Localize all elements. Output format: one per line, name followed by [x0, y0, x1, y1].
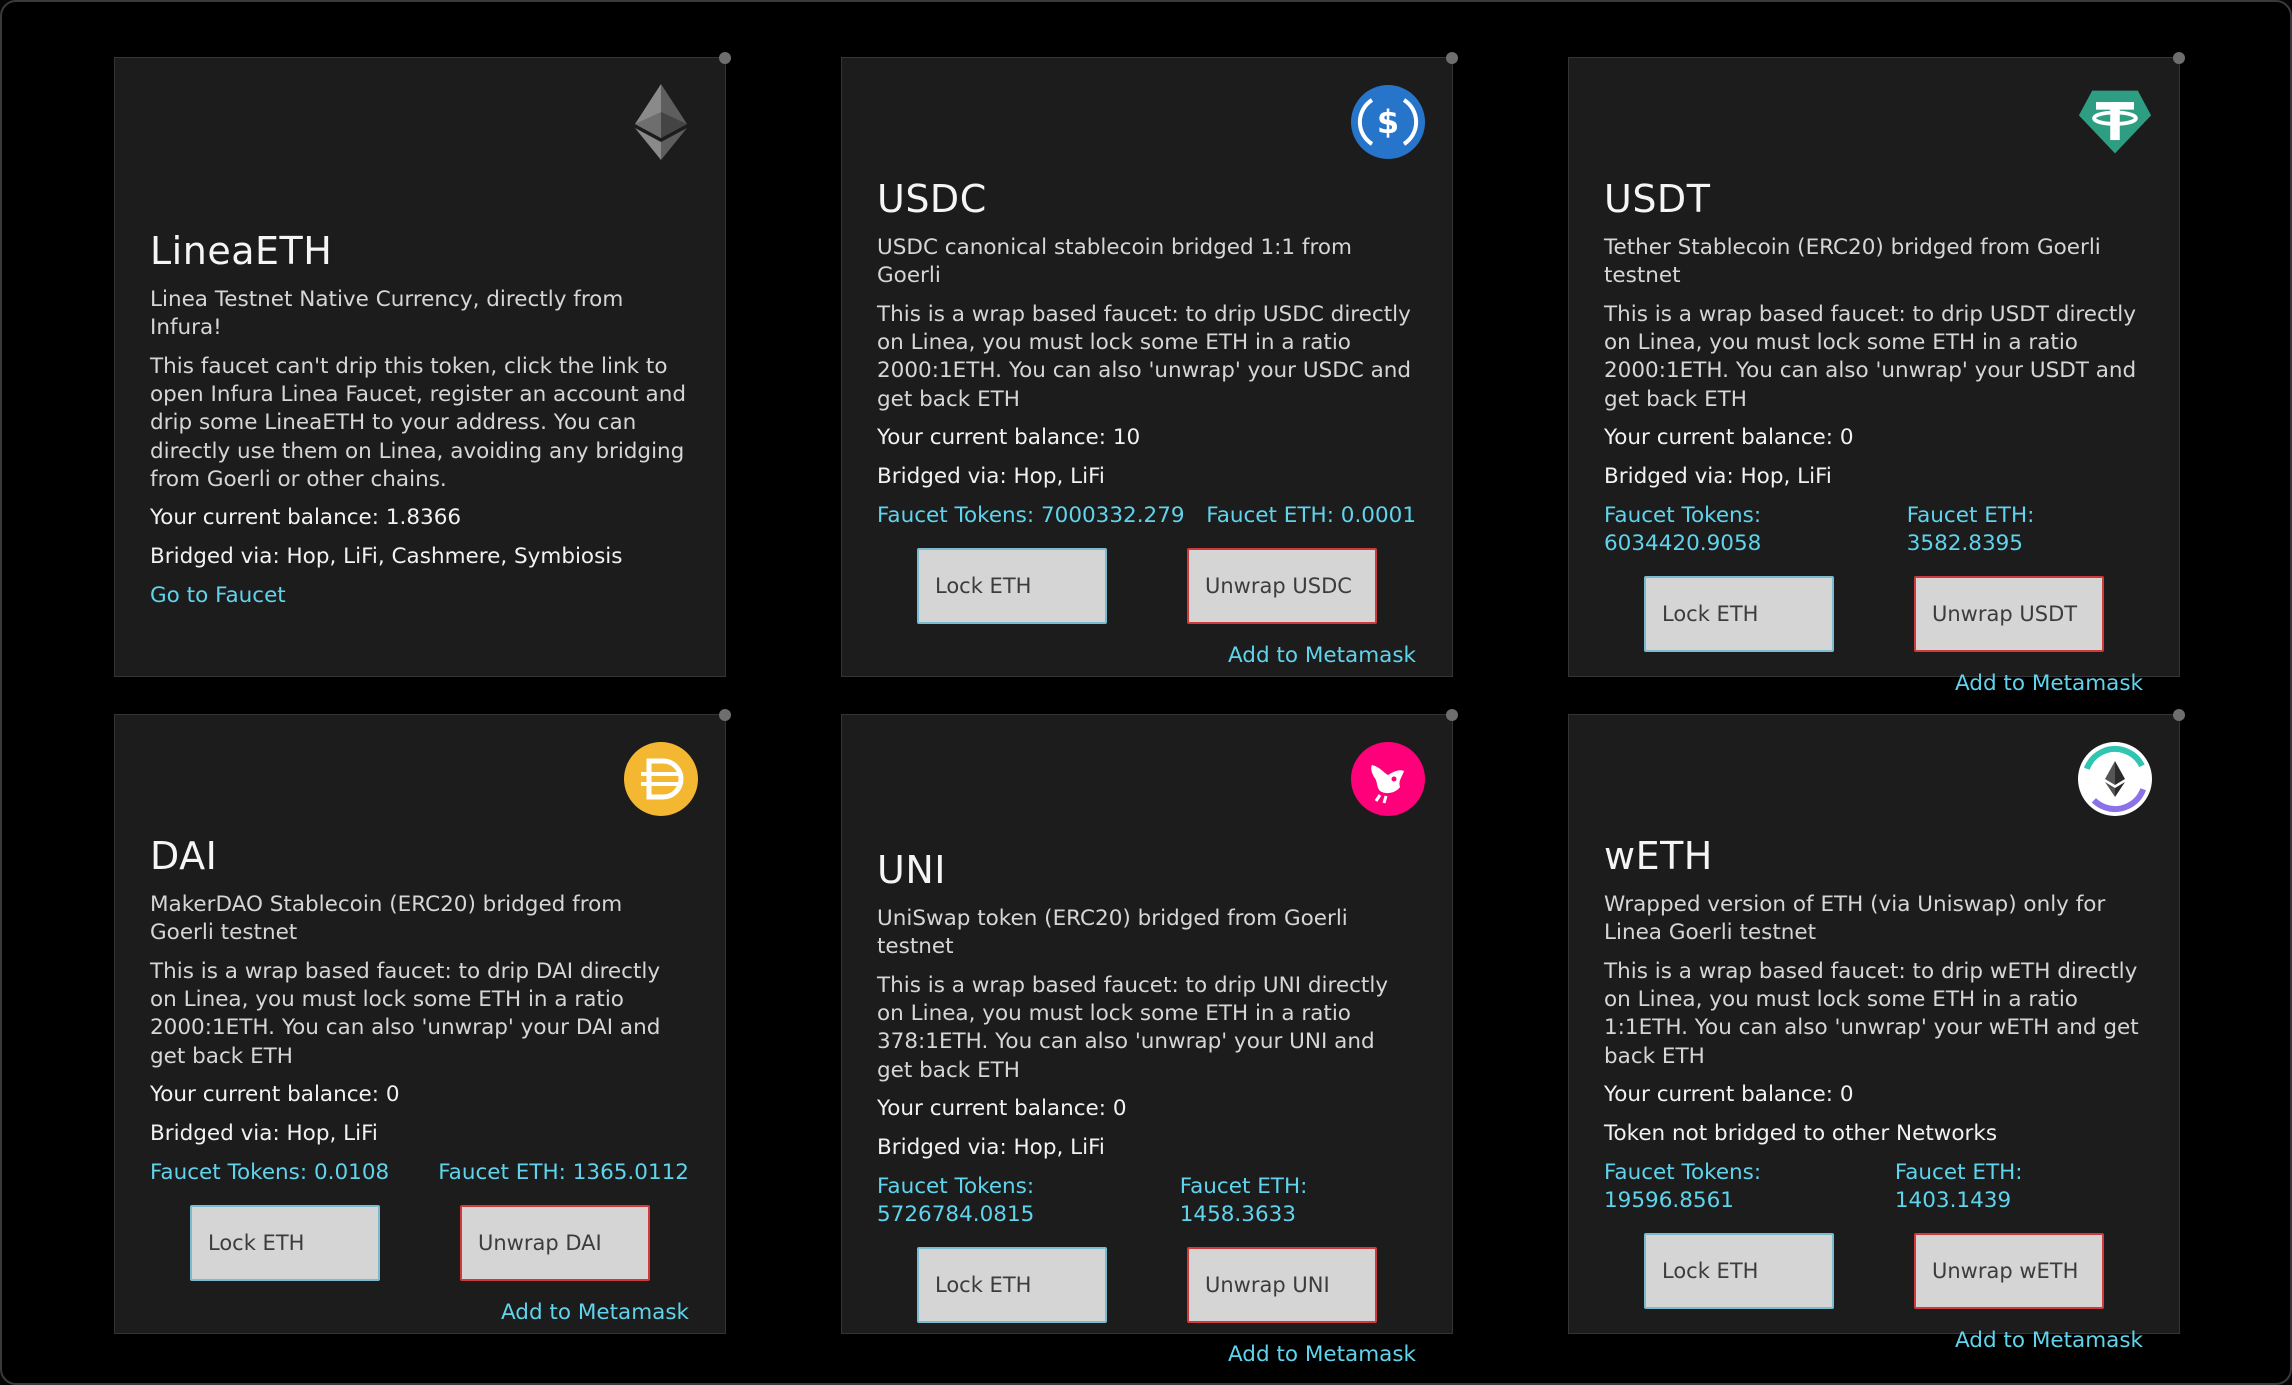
token-description: This is a wrap based faucet: to drip USD…	[877, 302, 1412, 412]
balance-text: Your current balance: 0	[1604, 1081, 1854, 1107]
faucet-eth: Faucet ETH: 3582.8395	[1906, 502, 2035, 556]
token-title: USDC	[877, 177, 987, 221]
add-to-metamask-link[interactable]: Add to Metamask	[877, 1341, 1416, 1369]
app-frame: LineaETH Linea Testnet Native Currency, …	[0, 0, 2292, 1385]
token-subtitle: Tether Stablecoin (ERC20) bridged from G…	[1604, 235, 2101, 288]
bridged-text: Bridged via: Hop, LiFi	[877, 463, 1105, 489]
balance-text: Your current balance: 0	[1604, 424, 1854, 450]
token-subtitle: Linea Testnet Native Currency, directly …	[150, 287, 624, 340]
faucet-eth: Faucet ETH: 1458.3633	[1179, 1173, 1308, 1227]
action-buttons: Lock ETH Unwrap DAI	[150, 1204, 689, 1285]
token-card-usdc: $ USDC USDC canonical stablecoin bridged…	[841, 52, 1458, 677]
unwrap-button[interactable]: Unwrap DAI	[460, 1204, 650, 1281]
faucet-stats: Faucet Tokens: 6034420.9058 Faucet ETH: …	[1604, 502, 2143, 558]
token-title: USDT	[1604, 177, 1711, 221]
add-to-metamask-link[interactable]: Add to Metamask	[1604, 670, 2143, 698]
token-card-uni: UNI UniSwap token (ERC20) bridged from G…	[841, 709, 1458, 1367]
token-title: LineaETH	[150, 229, 333, 273]
faucet-tokens: Faucet Tokens: 19596.8561	[1604, 1159, 1762, 1213]
token-description: This is a wrap based faucet: to drip wET…	[1604, 959, 2139, 1069]
add-to-metamask-link[interactable]: Add to Metamask	[1604, 1327, 2143, 1355]
faucet-tokens: Faucet Tokens: 7000332.279	[877, 502, 1185, 528]
token-description: This is a wrap based faucet: to drip UNI…	[877, 973, 1389, 1083]
faucet-eth: Faucet ETH: 1365.0112	[438, 1159, 689, 1185]
bridged-text: Bridged via: Hop, LiFi, Cashmere, Symbio…	[150, 544, 623, 570]
bridged-text: Bridged via: Hop, LiFi	[1604, 463, 1832, 489]
lock-eth-button[interactable]: Lock ETH	[917, 547, 1107, 624]
faucet-stats: Faucet Tokens: 5726784.0815 Faucet ETH: …	[877, 1173, 1416, 1229]
action-buttons: Lock ETH Unwrap USDT	[1604, 575, 2143, 656]
corner-dot	[1446, 52, 1458, 64]
token-subtitle: UniSwap token (ERC20) bridged from Goerl…	[877, 906, 1348, 959]
token-title: UNI	[877, 848, 946, 892]
add-to-metamask-link[interactable]: Add to Metamask	[150, 1299, 689, 1327]
uni-icon	[1350, 741, 1426, 817]
dai-icon	[623, 741, 699, 817]
token-subtitle: Wrapped version of ETH (via Uniswap) onl…	[1604, 892, 2106, 945]
action-buttons: Lock ETH Unwrap USDC	[877, 547, 1416, 628]
action-buttons: Lock ETH Unwrap UNI	[877, 1246, 1416, 1327]
faucet-stats: Faucet Tokens: 7000332.279 Faucet ETH: 0…	[877, 502, 1416, 530]
balance-text: Your current balance: 0	[150, 1081, 400, 1107]
token-card-usdt: USDT Tether Stablecoin (ERC20) bridged f…	[1568, 52, 2185, 696]
faucet-tokens: Faucet Tokens: 5726784.0815	[877, 1173, 1035, 1227]
lock-eth-button[interactable]: Lock ETH	[917, 1246, 1107, 1323]
token-title: DAI	[150, 834, 218, 878]
bridged-text: Bridged via: Hop, LiFi	[877, 1134, 1105, 1160]
token-card-dai: DAI MakerDAO Stablecoin (ERC20) bridged …	[114, 709, 731, 1334]
faucet-stats: Faucet Tokens: 0.0108 Faucet ETH: 1365.0…	[150, 1159, 689, 1187]
svg-text:$: $	[1377, 103, 1399, 141]
token-subtitle: MakerDAO Stablecoin (ERC20) bridged from…	[150, 892, 623, 945]
token-card-weth: wETH Wrapped version of ETH (via Uniswap…	[1568, 709, 2185, 1353]
add-to-metamask-link[interactable]: Add to Metamask	[877, 642, 1416, 670]
faucet-eth: Faucet ETH: 1403.1439	[1894, 1159, 2023, 1213]
lock-eth-button[interactable]: Lock ETH	[1644, 575, 1834, 652]
faucet-tokens: Faucet Tokens: 0.0108	[150, 1159, 390, 1185]
token-description: This faucet can't drip this token, click…	[150, 354, 686, 492]
eth-icon	[623, 84, 699, 160]
unwrap-button[interactable]: Unwrap UNI	[1187, 1246, 1377, 1323]
lock-eth-button[interactable]: Lock ETH	[190, 1204, 380, 1281]
usdc-icon: $	[1350, 84, 1426, 160]
bridged-text: Bridged via: Hop, LiFi	[150, 1120, 378, 1146]
balance-text: Your current balance: 1.8366	[150, 505, 462, 531]
faucet-eth: Faucet ETH: 0.0001	[1206, 502, 1416, 528]
corner-dot	[1446, 709, 1458, 721]
action-buttons: Lock ETH Unwrap wETH	[1604, 1232, 2143, 1313]
balance-text: Your current balance: 0	[877, 1095, 1127, 1121]
token-description: This is a wrap based faucet: to drip DAI…	[150, 959, 661, 1069]
unwrap-button[interactable]: Unwrap wETH	[1914, 1232, 2104, 1309]
corner-dot	[2173, 709, 2185, 721]
unwrap-button[interactable]: Unwrap USDC	[1187, 547, 1377, 624]
balance-text: Your current balance: 10	[877, 424, 1141, 450]
token-description: This is a wrap based faucet: to drip USD…	[1604, 302, 2137, 412]
faucet-tokens: Faucet Tokens: 6034420.9058	[1604, 502, 1762, 556]
corner-dot	[2173, 52, 2185, 64]
corner-dot	[719, 52, 731, 64]
lock-eth-button[interactable]: Lock ETH	[1644, 1232, 1834, 1309]
weth-icon	[2077, 741, 2153, 817]
unwrap-button[interactable]: Unwrap USDT	[1914, 575, 2104, 652]
go-to-faucet-link[interactable]: Go to Faucet	[150, 582, 689, 610]
faucet-stats: Faucet Tokens: 19596.8561 Faucet ETH: 14…	[1604, 1159, 2143, 1215]
corner-dot	[719, 709, 731, 721]
token-card-lineaeth: LineaETH Linea Testnet Native Currency, …	[114, 52, 731, 677]
token-subtitle: USDC canonical stablecoin bridged 1:1 fr…	[877, 235, 1352, 288]
usdt-icon	[2077, 84, 2153, 160]
token-title: wETH	[1604, 834, 1713, 878]
bridged-text: Token not bridged to other Networks	[1604, 1120, 1998, 1146]
